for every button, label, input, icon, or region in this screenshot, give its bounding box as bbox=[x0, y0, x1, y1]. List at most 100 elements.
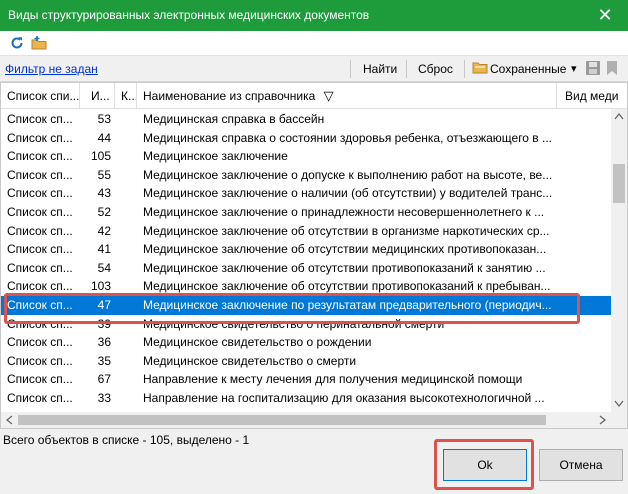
cell-list: Список сп... bbox=[7, 223, 73, 238]
table-row[interactable]: Список сп... 44 Медицинская справка о сост… bbox=[1, 129, 611, 148]
grid-header: Список спи... И... К... Наименование из … bbox=[1, 83, 627, 109]
table-row[interactable]: Список сп... 36 Медицинское свидетельство … bbox=[1, 333, 611, 352]
cell-list: Список сп... bbox=[7, 316, 73, 331]
close-icon[interactable]: ✕ bbox=[582, 0, 628, 31]
cell-name: Медицинское свидетельство о перинатально… bbox=[143, 316, 445, 331]
table-row[interactable]: Список сп... 103 Медицинское заключение об… bbox=[1, 277, 611, 296]
cell-name: Направление на госпитализацию для оказан… bbox=[143, 391, 545, 405]
reset-button[interactable]: Сброс bbox=[418, 62, 453, 76]
cell-id: 41 bbox=[97, 242, 111, 257]
cell-k bbox=[117, 147, 135, 166]
column-header-id[interactable]: И... bbox=[85, 83, 115, 109]
cell-k bbox=[117, 389, 135, 408]
scroll-corner bbox=[611, 412, 627, 428]
cell-id: 47 bbox=[97, 298, 111, 312]
saved-button[interactable]: Сохраненные bbox=[490, 62, 566, 76]
cell-k bbox=[117, 110, 135, 129]
cell-k bbox=[117, 129, 135, 148]
cell-list: Список сп... bbox=[7, 353, 73, 368]
cell-id: 67 bbox=[97, 372, 111, 387]
cell-id: 42 bbox=[97, 223, 111, 238]
title-bar: Виды структурированных электронных медиц… bbox=[0, 0, 628, 31]
column-header-kind[interactable]: Вид меди bbox=[559, 83, 627, 109]
column-header-name[interactable]: Наименование из справочника ▽ bbox=[137, 83, 557, 109]
column-header-list[interactable]: Список спи... bbox=[1, 83, 80, 109]
table-row[interactable]: Список сп... 43 Медицинское заключение о н… bbox=[1, 184, 611, 203]
table-row[interactable]: Список сп... 35 Медицинское свидетельство … bbox=[1, 352, 611, 371]
cell-id: 103 bbox=[90, 279, 111, 294]
cell-k bbox=[117, 259, 135, 278]
table-row[interactable]: Список сп... 52 Медицинское заключение о п… bbox=[1, 203, 611, 222]
cell-list: Список сп... bbox=[7, 260, 73, 275]
separator bbox=[406, 60, 407, 78]
chevron-down-icon[interactable]: ▾ bbox=[571, 62, 577, 75]
documents-grid: Список спи... И... К... Наименование из … bbox=[0, 82, 628, 429]
cell-k bbox=[117, 296, 135, 315]
cell-id: 35 bbox=[97, 353, 111, 368]
column-header-k[interactable]: К... bbox=[115, 83, 137, 109]
cell-list: Список сп... bbox=[7, 186, 73, 201]
cell-name: Медицинское заключение об отсутствии про… bbox=[143, 279, 551, 294]
cell-id: 53 bbox=[97, 112, 111, 126]
folder-icon[interactable] bbox=[30, 34, 48, 52]
cell-name: Направление к месту лечения для получени… bbox=[143, 372, 523, 387]
cell-id: 52 bbox=[97, 205, 111, 219]
vertical-scrollbar[interactable] bbox=[611, 109, 627, 412]
cell-name: Медицинское заключение о допуске к выпол… bbox=[143, 167, 553, 182]
save-disk-icon[interactable] bbox=[585, 60, 601, 79]
sort-icon: ▽ bbox=[323, 88, 334, 103]
horizontal-scrollbar[interactable] bbox=[1, 412, 611, 428]
dialog-window: Виды структурированных электронных медиц… bbox=[0, 0, 628, 494]
separator bbox=[464, 60, 465, 78]
ok-button[interactable]: Ok bbox=[443, 449, 527, 481]
cell-id: 43 bbox=[97, 186, 111, 201]
filter-bar: Фильтр не задан Найти Сброс Сохраненные … bbox=[0, 56, 628, 82]
cell-name: Медицинское свидетельство о смерти bbox=[143, 353, 357, 368]
cell-name: Медицинское заключение bbox=[143, 149, 288, 164]
cell-name: Медицинская справка о состоянии здоровья… bbox=[143, 130, 553, 145]
cell-list: Список сп... bbox=[7, 279, 73, 294]
cell-k bbox=[117, 166, 135, 185]
cell-k bbox=[117, 352, 135, 371]
cell-k bbox=[117, 370, 135, 389]
cell-name: Медицинское заключение по результатам пр… bbox=[143, 298, 552, 312]
cell-id: 39 bbox=[97, 316, 111, 331]
table-row[interactable]: Список сп... 54 Медицинское заключение об … bbox=[1, 259, 611, 278]
cell-list: Список сп... bbox=[7, 372, 73, 387]
status-text: Всего объектов в списке - 105, выделено … bbox=[3, 433, 250, 447]
cell-k bbox=[117, 315, 135, 334]
cell-name: Медицинская справка в бассейн bbox=[143, 112, 325, 126]
cell-list: Список сп... bbox=[7, 298, 73, 312]
table-row[interactable]: Список сп... 33 Направление на госпитализа… bbox=[1, 389, 611, 408]
cell-id: 33 bbox=[97, 391, 111, 405]
column-header-name-label: Наименование из справочника bbox=[143, 89, 316, 103]
cell-name: Медицинское заключение об отсутствии мед… bbox=[143, 242, 547, 257]
cell-k bbox=[117, 203, 135, 222]
cell-id: 54 bbox=[97, 260, 111, 275]
cell-name: Медицинское заключение об отсутствии в о… bbox=[143, 223, 550, 238]
cell-k bbox=[117, 222, 135, 241]
cell-list: Список сп... bbox=[7, 167, 73, 182]
table-row[interactable]: Список сп... 53 Медицинская справка в басс… bbox=[1, 110, 611, 129]
refresh-icon[interactable] bbox=[8, 34, 26, 52]
cell-k bbox=[117, 333, 135, 352]
cell-id: 105 bbox=[90, 149, 111, 164]
table-row[interactable]: Список сп... 105 Медицинское заключение bbox=[1, 147, 611, 166]
cell-k bbox=[117, 277, 135, 296]
table-row[interactable]: Список сп... 41 Медицинское заключение об … bbox=[1, 240, 611, 259]
table-row[interactable]: Список сп... 39 Медицинское свидетельство … bbox=[1, 315, 611, 334]
table-row[interactable]: Список сп... 55 Медицинское заключение о д… bbox=[1, 166, 611, 185]
find-button[interactable]: Найти bbox=[363, 62, 397, 76]
bookmark-icon[interactable] bbox=[605, 60, 619, 79]
cell-id: 55 bbox=[97, 167, 111, 182]
filter-link[interactable]: Фильтр не задан bbox=[5, 62, 98, 76]
cell-list: Список сп... bbox=[7, 205, 73, 219]
table-row[interactable]: Список сп... 47 Медицинское заключение по … bbox=[1, 296, 611, 315]
cancel-button[interactable]: Отмена bbox=[539, 449, 623, 481]
window-title: Виды структурированных электронных медиц… bbox=[8, 8, 370, 22]
cell-list: Список сп... bbox=[7, 335, 73, 350]
cell-k bbox=[117, 240, 135, 259]
cell-name: Медицинское заключение о принадлежности … bbox=[143, 205, 545, 219]
table-row[interactable]: Список сп... 67 Направление к месту лечени… bbox=[1, 370, 611, 389]
table-row[interactable]: Список сп... 42 Медицинское заключение об … bbox=[1, 222, 611, 241]
